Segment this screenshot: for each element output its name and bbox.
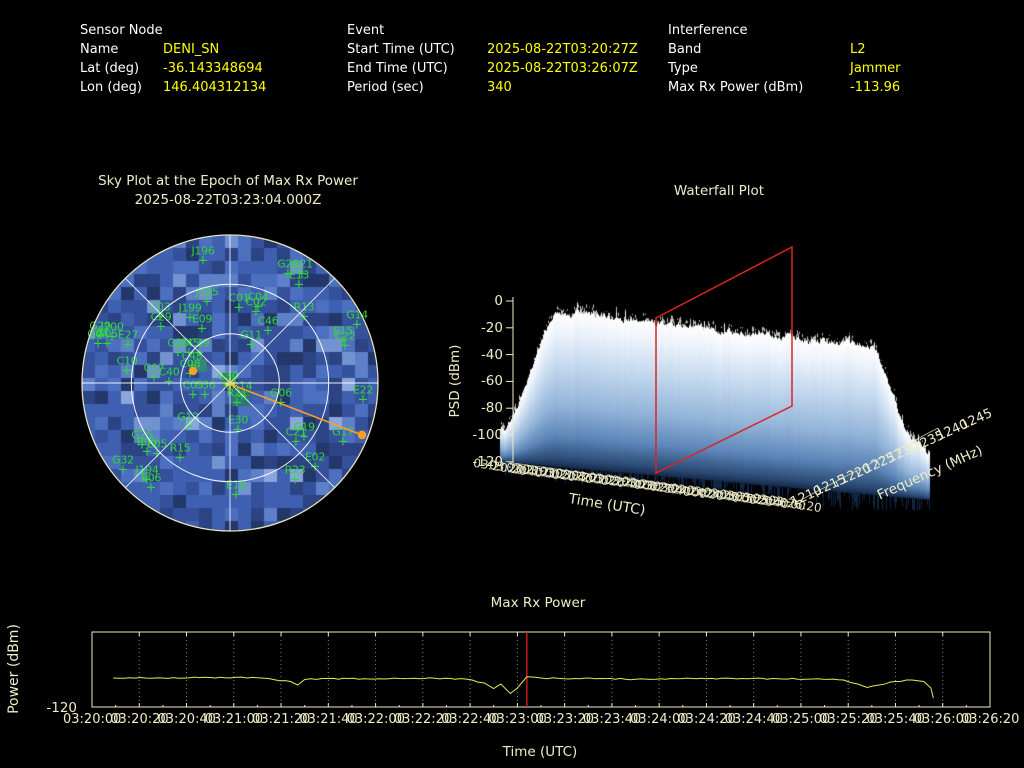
power-chart-ylabel: Power (dBm) — [6, 624, 22, 714]
satellite-marker-C36: + — [199, 387, 211, 403]
interference-power-value: -113.96 — [850, 80, 901, 95]
interference-power-label: Max Rx Power (dBm) — [668, 80, 804, 95]
event-end-value: 2025-08-22T03:26:07Z — [487, 61, 638, 76]
event-title: Event — [347, 23, 385, 38]
interference-power-row: Max Rx Power (dBm) -113.96 — [668, 78, 900, 97]
psd-tick-label: -20 — [480, 319, 503, 336]
sensor-lon-value: 146.404312134 — [163, 80, 267, 95]
interference-band-row: Band L2 — [668, 40, 900, 59]
satellite-marker-C21: + — [290, 434, 302, 450]
satellite-marker-G32: + — [117, 462, 129, 478]
psd-tick-label: -60 — [480, 373, 503, 390]
event-start-row: Start Time (UTC) 2025-08-22T03:20:27Z — [347, 40, 638, 59]
satellite-marker-G06: + — [275, 395, 287, 411]
satellite-marker-C22: + — [339, 338, 351, 354]
satellite-marker-J195: + — [201, 294, 213, 310]
sensor-name-value: DENI_SN — [163, 42, 220, 57]
sensor-lat-row: Lat (deg) -36.143348694 — [80, 59, 266, 78]
satellite-marker-E06: + — [145, 480, 157, 496]
satellite-marker-C40: + — [163, 374, 175, 390]
app-root: { "colors": { "background": "#000000", "… — [0, 0, 1024, 768]
power-series-line — [113, 676, 934, 699]
event-start-value: 2025-08-22T03:20:27Z — [487, 42, 638, 57]
satellite-marker-E13: + — [293, 277, 305, 293]
satellite-marker-E02: + — [309, 459, 321, 475]
event-period-row: Period (sec) 340 — [347, 78, 638, 97]
satellite-marker-E22: + — [357, 392, 369, 408]
event-end-row: End Time (UTC) 2025-08-22T03:26:07Z — [347, 59, 638, 78]
waterfall-title: Waterfall Plot — [673, 183, 765, 199]
satellite-marker-E30: + — [232, 422, 244, 438]
interference-title: Interference — [668, 23, 748, 38]
bottom-plot-border — [91, 631, 991, 708]
satellite-marker-R23: + — [289, 472, 301, 488]
interference-type-row: Type Jammer — [668, 59, 900, 78]
event-end-label: End Time (UTC) — [347, 61, 448, 76]
event-panel: Event Start Time (UTC) 2025-08-22T03:20:2… — [347, 21, 638, 97]
interference-type-value: Jammer — [850, 61, 901, 76]
sky-plot-title: Sky Plot at the Epoch of Max Rx Power 20… — [60, 172, 396, 210]
power-chart-xlabel: Time (UTC) — [502, 744, 578, 760]
psd-tick-label: -40 — [480, 346, 503, 363]
sensor-lon-label: Lon (deg) — [80, 80, 142, 95]
event-start-label: Start Time (UTC) — [347, 42, 455, 57]
satellite-marker-C46: + — [262, 323, 274, 339]
satellite-marker-G11: + — [245, 337, 257, 353]
sensor-lat-label: Lat (deg) — [80, 61, 140, 76]
power-chart-title: Max Rx Power — [490, 595, 586, 611]
satellite-marker-J196: + — [197, 253, 209, 269]
freq-tick-label: 1245 — [958, 405, 995, 434]
satellite-marker-C29: + — [155, 319, 167, 335]
satellite-marker-G17: + — [337, 434, 349, 450]
waterfall-zlabel: PSD (dBm) — [447, 344, 463, 418]
satellite-marker-E18: + — [230, 487, 242, 503]
sky-plot-title-line2: 2025-08-22T03:23:04.000Z — [134, 192, 322, 208]
sensor-name-label: Name — [80, 42, 119, 57]
sensor-node-panel: Sensor Node Name DENI_SN Lat (deg) -36.143… — [80, 21, 266, 97]
sensor-lon-row: Lon (deg) 146.404312134 — [80, 78, 266, 97]
satellite-marker-E05: + — [151, 446, 163, 462]
satellite-marker-G05: + — [101, 336, 113, 352]
satellite-marker-G12: + — [182, 419, 194, 435]
sensor-node-title: Sensor Node — [80, 23, 163, 38]
interference-band-value: L2 — [850, 42, 866, 57]
event-period-value: 340 — [487, 80, 512, 95]
sensor-name-row: Name DENI_SN — [80, 40, 266, 59]
interference-type-label: Type — [668, 61, 698, 76]
psd-tick-label: -80 — [480, 400, 503, 417]
satellite-marker-R21: + — [231, 395, 243, 411]
psd-tick-label: 0 — [494, 293, 503, 309]
sensor-lat-value: -36.143348694 — [163, 61, 263, 76]
interference-panel: Interference Band L2 Type Jammer Max Rx Po… — [668, 21, 900, 97]
bottom-time-tick-label: 03:26:20 — [961, 712, 1020, 727]
satellite-marker-E27: + — [122, 337, 134, 353]
sky-plot-title-line1: Sky Plot at the Epoch of Max Rx Power — [98, 173, 358, 189]
satellite-marker-C10: + — [121, 363, 133, 379]
satellite-marker-E09: + — [196, 321, 208, 337]
satellite-marker-R13: + — [298, 309, 310, 325]
sky-satellite-layer: J196 + G20 + G21 + E13 + J195 + C01 + C04 + C02 + C03 + J1… — [82, 235, 378, 531]
event-period-label: Period (sec) — [347, 80, 424, 95]
satellite-marker-C01: + — [233, 300, 245, 316]
satellite-marker-R15: + — [174, 450, 186, 466]
psd-tick-label: -100 — [472, 427, 503, 443]
interference-band-label: Band — [668, 42, 702, 57]
